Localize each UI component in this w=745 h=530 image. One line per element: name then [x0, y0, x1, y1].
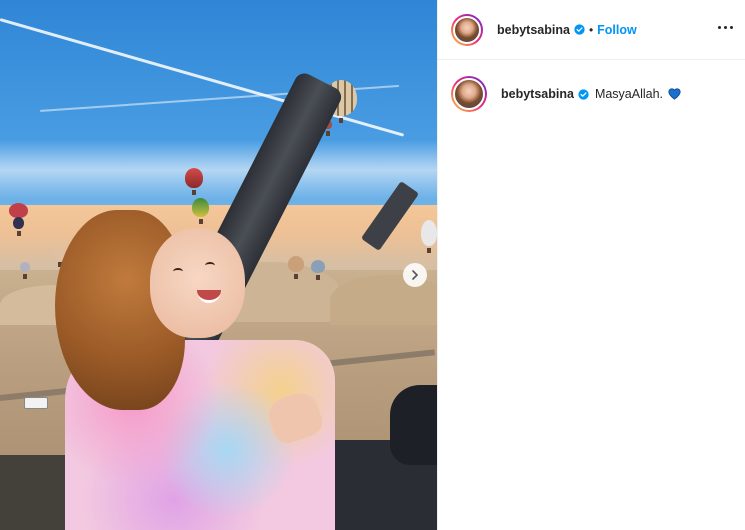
verified-badge-icon [578, 88, 589, 100]
hot-air-balloon [13, 217, 24, 236]
post-photo[interactable] [0, 0, 437, 530]
hot-air-balloon [185, 168, 203, 195]
hot-air-balloon [421, 220, 437, 253]
separator-dot: • [588, 22, 594, 37]
face [150, 228, 245, 338]
woman-subject [55, 210, 355, 530]
chevron-right-icon [412, 270, 419, 280]
blue-heart-icon [668, 88, 681, 100]
contrail [0, 18, 405, 137]
caption-text-row: bebytsabina MasyaAllah. [501, 87, 681, 101]
more-options-icon[interactable] [714, 18, 736, 36]
left-eye [173, 268, 183, 275]
right-eye [205, 262, 215, 269]
caption-text: MasyaAllah. [594, 87, 664, 101]
companion-arm [390, 385, 437, 465]
post-side-panel: bebytsabina • Follow bebytsabina MasyaAl… [437, 0, 745, 530]
author-username[interactable]: bebytsabina [497, 23, 570, 37]
caption-comment: bebytsabina MasyaAllah. [451, 76, 681, 112]
caption-author-username[interactable]: bebytsabina [501, 87, 574, 101]
van [24, 397, 48, 409]
avatar-image [453, 15, 481, 44]
avatar-image [453, 78, 485, 110]
next-photo-button[interactable] [403, 263, 427, 287]
post-header: bebytsabina • Follow [438, 0, 745, 60]
caption-author-avatar[interactable] [451, 76, 487, 112]
verified-badge-icon [574, 24, 585, 35]
cloud-band [0, 140, 437, 200]
hot-air-balloon [20, 262, 30, 279]
hot-air-balloon [9, 203, 28, 225]
author-avatar[interactable] [451, 13, 483, 46]
follow-button[interactable]: Follow [597, 23, 637, 37]
